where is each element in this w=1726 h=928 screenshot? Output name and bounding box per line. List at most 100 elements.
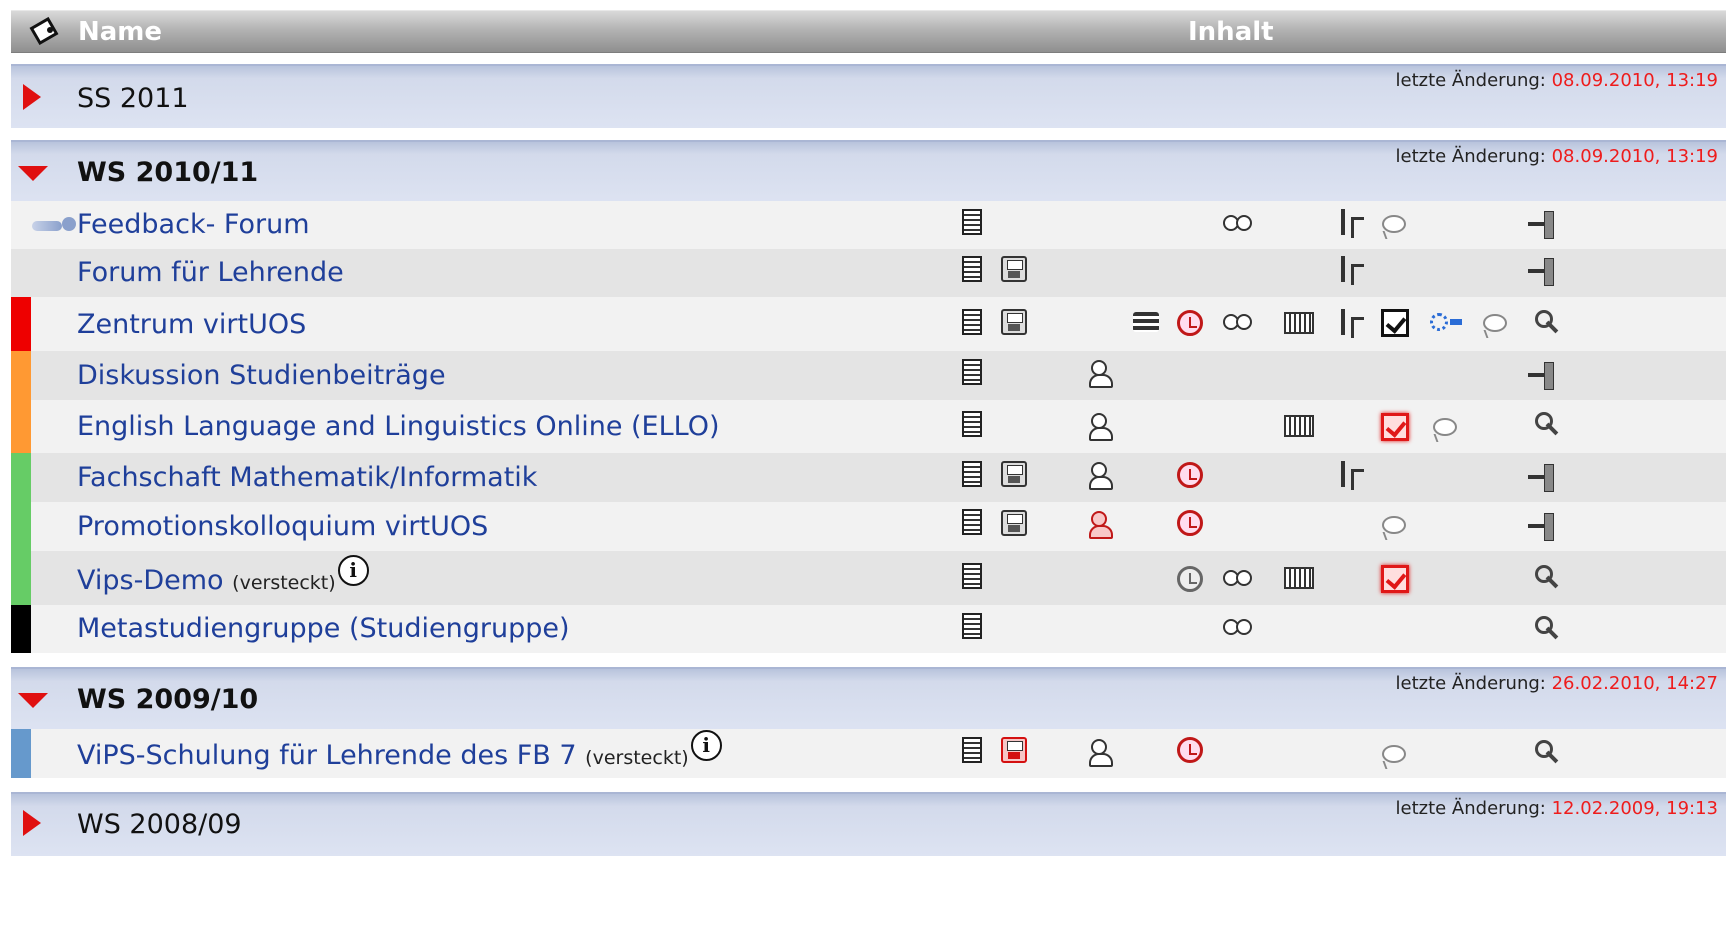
news-icon[interactable] [962, 359, 982, 385]
enter-course-icon[interactable] [1526, 211, 1556, 239]
last-change: letzte Änderung: 08.09.2010, 13:19 [1395, 70, 1719, 91]
collapse-arrow-icon[interactable] [18, 693, 48, 708]
media-icon[interactable] [1284, 415, 1314, 437]
schedule-icon[interactable] [1177, 462, 1203, 488]
wiki-icon[interactable] [1223, 312, 1253, 332]
paint-bucket-icon[interactable] [29, 17, 57, 43]
wiki-icon[interactable] [1223, 568, 1253, 588]
course-link[interactable]: Forum für Lehrende [77, 257, 344, 288]
news-icon[interactable] [962, 209, 982, 235]
info-icon[interactable]: i [337, 555, 369, 586]
vips-check-icon[interactable] [1381, 413, 1409, 441]
expand-arrow-icon[interactable] [23, 84, 41, 110]
forum-bubble-icon[interactable] [1483, 314, 1507, 332]
news-icon[interactable] [962, 613, 982, 639]
course-link[interactable]: Fachschaft Mathematik/Informatik [77, 462, 537, 493]
news-icon[interactable] [962, 411, 982, 437]
last-change: letzte Änderung: 12.02.2009, 19:13 [1395, 798, 1719, 819]
files-icon[interactable] [1001, 309, 1027, 335]
admin-key-icon[interactable] [1533, 563, 1561, 591]
enter-course-icon[interactable] [1526, 464, 1556, 492]
news-icon[interactable] [962, 563, 982, 589]
forum-bubble-icon[interactable] [1382, 215, 1406, 233]
course-row: English Language and Linguistics Online … [11, 400, 1726, 453]
collapse-arrow-icon[interactable] [18, 166, 48, 181]
literature-icon[interactable] [1341, 209, 1364, 238]
enter-course-icon[interactable] [1526, 258, 1556, 286]
admin-key-icon[interactable] [1533, 410, 1561, 438]
news-icon[interactable] [962, 509, 982, 535]
last-change: letzte Änderung: 26.02.2010, 14:27 [1395, 673, 1719, 694]
semester-title[interactable]: WS 2010/11 [77, 157, 258, 188]
course-link[interactable]: Zentrum virtUOS [77, 309, 306, 340]
semester-header-ws2010[interactable]: WS 2010/11 letzte Änderung: 08.09.2010, … [11, 140, 1726, 203]
files-icon[interactable] [1001, 510, 1027, 536]
schedule-icon[interactable] [1177, 737, 1203, 763]
name-column-header[interactable]: Name [78, 17, 162, 47]
admin-key-icon[interactable] [1533, 614, 1561, 642]
course-link[interactable]: ViPS-Schulung für Lehrende des FB 7 (ver… [77, 730, 722, 771]
course-color-bar [11, 551, 31, 605]
course-link[interactable]: Feedback- Forum [77, 209, 310, 240]
vips-check-icon[interactable] [1381, 309, 1409, 337]
forum-bubble-icon[interactable] [1433, 418, 1457, 436]
course-row: Vips-Demo (versteckt)i [11, 551, 1726, 605]
files-icon[interactable] [1001, 256, 1027, 282]
semester-header-ws2008[interactable]: WS 2008/09 letzte Änderung: 12.02.2009, … [11, 792, 1726, 856]
course-link[interactable]: Promotionskolloquium virtUOS [77, 511, 488, 542]
course-row: Diskussion Studienbeiträge [11, 351, 1726, 400]
enter-course-icon[interactable] [1526, 362, 1556, 390]
admin-key-icon[interactable] [1533, 308, 1561, 336]
info-icon[interactable]: i [690, 730, 722, 761]
participants-icon[interactable] [1087, 739, 1113, 767]
course-row: Promotionskolloquium virtUOS [11, 502, 1726, 551]
hidden-label: (versteckt) [232, 572, 336, 594]
media-icon[interactable] [1284, 312, 1314, 334]
participants-icon[interactable] [1087, 462, 1113, 490]
semester-title[interactable]: WS 2009/10 [77, 684, 258, 715]
literature-icon[interactable] [1341, 256, 1364, 285]
course-link[interactable]: Vips-Demo (versteckt)i [77, 555, 369, 596]
participants-icon[interactable] [1087, 413, 1113, 441]
participants-icon[interactable] [1087, 360, 1113, 388]
schedule-icon[interactable] [1177, 310, 1203, 336]
expand-arrow-icon[interactable] [23, 810, 41, 836]
semester-header-ws2009[interactable]: WS 2009/10 letzte Änderung: 26.02.2010, … [11, 667, 1726, 731]
enter-course-icon[interactable] [1526, 513, 1556, 541]
course-row: ViPS-Schulung für Lehrende des FB 7 (ver… [11, 729, 1726, 778]
literature-icon[interactable] [1341, 309, 1364, 338]
files-icon[interactable] [1001, 461, 1027, 487]
elearning-icon[interactable] [1430, 311, 1464, 333]
forum-bubble-icon[interactable] [1382, 516, 1406, 534]
semester-title[interactable]: SS 2011 [77, 83, 189, 114]
forum-bubble-icon[interactable] [1382, 745, 1406, 763]
content-column-header: Inhalt [1188, 17, 1274, 47]
course-color-bar [11, 351, 31, 400]
news-icon[interactable] [962, 737, 982, 763]
schedule-icon[interactable] [1177, 510, 1203, 536]
course-color-bar [11, 605, 31, 653]
course-link[interactable]: English Language and Linguistics Online … [77, 411, 720, 442]
participants-new-icon[interactable] [1087, 511, 1113, 539]
course-row: Zentrum virtUOS [11, 297, 1726, 351]
news-icon[interactable] [962, 256, 982, 282]
course-row: Metastudiengruppe (Studiengruppe) [11, 605, 1726, 653]
modules-icon[interactable] [1133, 312, 1159, 332]
course-color-bar [11, 400, 31, 453]
admin-key-icon[interactable] [1533, 738, 1561, 766]
semester-title[interactable]: WS 2008/09 [77, 809, 242, 840]
literature-icon[interactable] [1341, 461, 1364, 490]
course-color-bar [11, 729, 31, 778]
vips-check-icon[interactable] [1381, 565, 1409, 593]
course-link[interactable]: Metastudiengruppe (Studiengruppe) [77, 613, 570, 644]
semester-header-ss2011[interactable]: SS 2011 letzte Änderung: 08.09.2010, 13:… [11, 64, 1726, 128]
course-color-bar [11, 502, 31, 551]
news-icon[interactable] [962, 309, 982, 335]
wiki-icon[interactable] [1223, 617, 1253, 637]
news-icon[interactable] [962, 461, 982, 487]
schedule-icon[interactable] [1177, 566, 1203, 592]
media-icon[interactable] [1284, 567, 1314, 589]
wiki-icon[interactable] [1223, 213, 1253, 233]
course-link[interactable]: Diskussion Studienbeiträge [77, 360, 446, 391]
files-new-icon[interactable] [1001, 737, 1027, 763]
